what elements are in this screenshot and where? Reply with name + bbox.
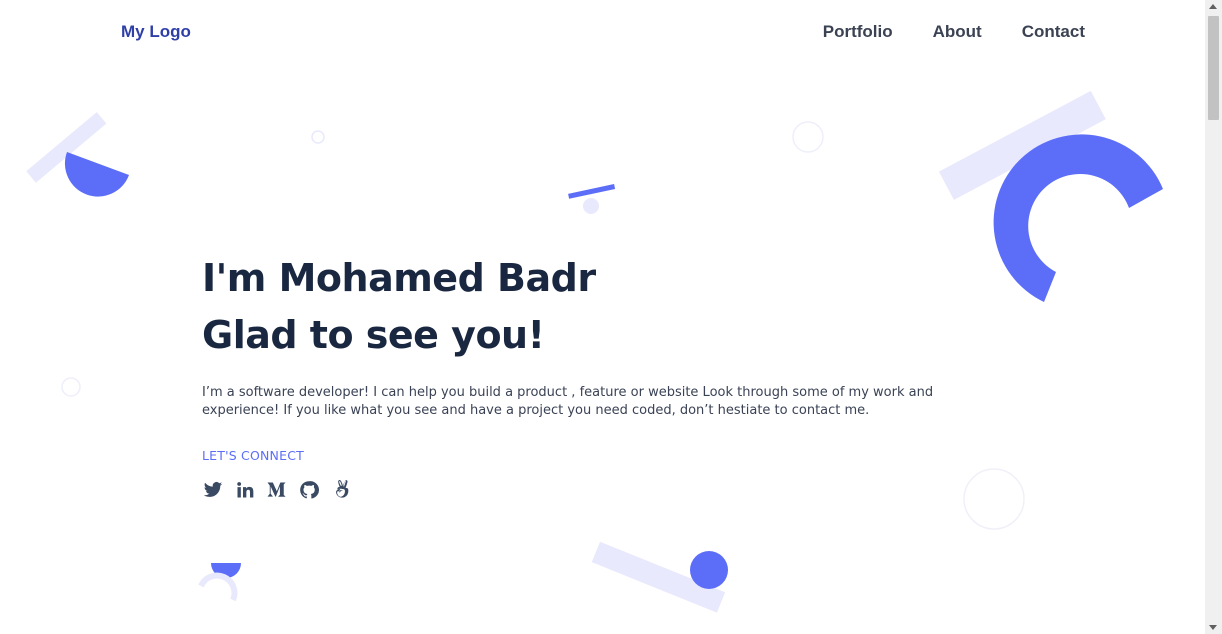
scroll-up-arrow-icon[interactable]	[1209, 4, 1217, 9]
deco-circle-top	[792, 121, 824, 153]
deco-circle-small	[311, 130, 325, 144]
deco-dot-mid	[583, 198, 599, 214]
nav-portfolio[interactable]: Portfolio	[823, 22, 893, 42]
deco-arc-bottom	[198, 572, 238, 602]
page: My Logo Portfolio About Contact I'm Moha…	[0, 0, 1222, 634]
vertical-scrollbar[interactable]	[1205, 0, 1222, 634]
connect-label: LET'S CONNECT	[202, 448, 304, 463]
angellist-icon[interactable]	[330, 479, 351, 500]
site-logo[interactable]: My Logo	[121, 22, 191, 42]
github-icon[interactable]	[298, 479, 319, 500]
hero-title-line1: I'm Mohamed Badr	[202, 256, 596, 300]
nav-contact[interactable]: Contact	[1022, 22, 1085, 42]
deco-bar-blue-mid	[568, 184, 616, 199]
medium-icon[interactable]	[266, 479, 287, 500]
deco-circle-left	[61, 377, 81, 397]
social-links	[202, 479, 1022, 500]
deco-halfcircle-topleft	[64, 152, 129, 197]
hero-section: I'm Mohamed Badr Glad to see you! I’m a …	[202, 250, 1022, 500]
scroll-thumb[interactable]	[1208, 16, 1219, 120]
deco-circle-bottom	[690, 551, 728, 589]
hero-description: I’m a software developer! I can help you…	[202, 385, 934, 418]
viewport: My Logo Portfolio About Contact I'm Moha…	[0, 0, 1205, 634]
hero-title-line2: Glad to see you!	[202, 313, 545, 357]
twitter-icon[interactable]	[202, 479, 223, 500]
scroll-down-arrow-icon[interactable]	[1209, 625, 1217, 630]
nav-about[interactable]: About	[933, 22, 982, 42]
main-nav: Portfolio About Contact	[823, 22, 1085, 42]
linkedin-icon[interactable]	[234, 479, 255, 500]
